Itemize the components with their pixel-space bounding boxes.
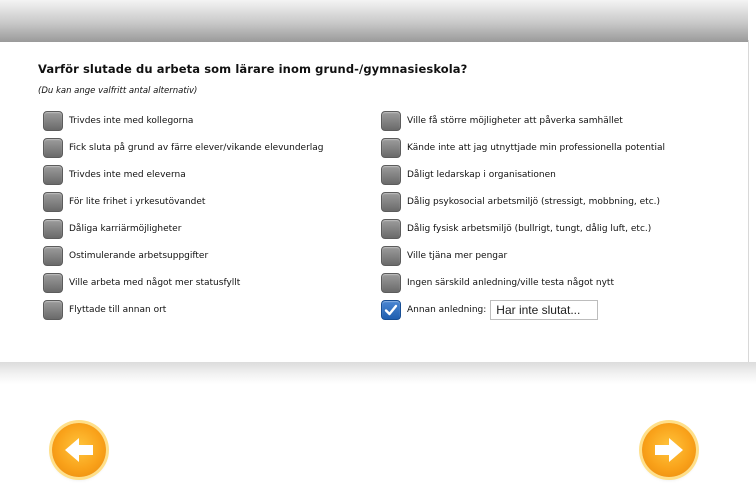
checkbox[interactable] — [381, 111, 401, 131]
other-reason-input[interactable] — [490, 300, 599, 320]
checkbox-checked[interactable] — [381, 300, 401, 320]
checkbox[interactable] — [43, 138, 63, 158]
option-label: Dåligt ledarskap i organisationen — [407, 170, 556, 180]
checkbox[interactable] — [381, 192, 401, 212]
checkbox[interactable] — [43, 273, 63, 293]
option-label: Annan anledning: — [407, 305, 487, 315]
option-label: Ville få större möjligheter att påverka … — [407, 116, 623, 126]
option-label: För lite frihet i yrkesutövandet — [69, 197, 206, 207]
checkbox[interactable] — [43, 192, 63, 212]
option-label: Dålig psykosocial arbetsmiljö (stressigt… — [407, 197, 661, 207]
option-trivdes-inte-med-kollegorna[interactable]: Trivdes inte med kollegorna — [43, 111, 193, 131]
checkbox[interactable] — [43, 219, 63, 239]
option-psykosocial-arbetsmiljo[interactable]: Dålig psykosocial arbetsmiljö (stressigt… — [381, 192, 660, 212]
checkbox[interactable] — [43, 111, 63, 131]
option-label: Ville tjäna mer pengar — [407, 251, 508, 261]
option-label: Dålig fysisk arbetsmiljö (bullrigt, tung… — [407, 224, 652, 234]
checkbox[interactable] — [43, 246, 63, 266]
option-label: Trivdes inte med kollegorna — [69, 116, 194, 126]
option-label: Kände inte att jag utnyttjade min profes… — [407, 143, 665, 153]
option-label: Ingen särskild anledning/ville testa någ… — [407, 278, 614, 288]
checkbox[interactable] — [43, 165, 63, 185]
option-label: Trivdes inte med eleverna — [69, 170, 186, 180]
option-mer-statusfyllt[interactable]: Ville arbeta med något mer statusfyllt — [43, 273, 240, 293]
question-hint: (Du kan ange valfritt antal alternativ) — [38, 86, 198, 96]
arrow-right-icon — [655, 438, 683, 462]
question-title: Varför slutade du arbeta som lärare inom… — [38, 62, 468, 76]
top-header-bar — [0, 0, 748, 42]
checkmark-icon — [384, 304, 398, 316]
option-label: Ville arbeta med något mer statusfyllt — [69, 278, 241, 288]
option-professionella-potential[interactable]: Kände inte att jag utnyttjade min profes… — [381, 138, 665, 158]
option-label: Ostimulerande arbetsuppgifter — [69, 251, 209, 261]
option-ostimulerande-arbetsuppgifter[interactable]: Ostimulerande arbetsuppgifter — [43, 246, 208, 266]
next-button[interactable] — [642, 423, 696, 477]
option-farre-elever[interactable]: Fick sluta på grund av färre elever/vika… — [43, 138, 324, 158]
option-trivdes-inte-med-eleverna[interactable]: Trivdes inte med eleverna — [43, 165, 186, 185]
checkbox[interactable] — [43, 300, 63, 320]
checkbox[interactable] — [381, 138, 401, 158]
checkbox[interactable] — [381, 219, 401, 239]
option-for-lite-frihet[interactable]: För lite frihet i yrkesutövandet — [43, 192, 205, 212]
option-daliga-karriarmojligheter[interactable]: Dåliga karriärmöjligheter — [43, 219, 181, 239]
option-annan-anledning[interactable]: Annan anledning: — [381, 300, 599, 320]
content-bottom-shadow — [0, 362, 756, 384]
option-flyttade-till-annan-ort[interactable]: Flyttade till annan ort — [43, 300, 166, 320]
option-paverka-samhallet[interactable]: Ville få större möjligheter att påverka … — [381, 111, 623, 131]
option-label: Flyttade till annan ort — [69, 305, 167, 315]
right-divider — [748, 40, 749, 370]
option-fysisk-arbetsmiljo[interactable]: Dålig fysisk arbetsmiljö (bullrigt, tung… — [381, 219, 651, 239]
option-tjana-mer-pengar[interactable]: Ville tjäna mer pengar — [381, 246, 507, 266]
checkbox[interactable] — [381, 273, 401, 293]
previous-button[interactable] — [52, 423, 106, 477]
option-label: Dåliga karriärmöjligheter — [69, 224, 182, 234]
option-label: Fick sluta på grund av färre elever/vika… — [69, 143, 324, 153]
option-ingen-sarskild-anledning[interactable]: Ingen särskild anledning/ville testa någ… — [381, 273, 614, 293]
checkbox[interactable] — [381, 165, 401, 185]
checkbox[interactable] — [381, 246, 401, 266]
arrow-left-icon — [65, 438, 93, 462]
option-daligt-ledarskap[interactable]: Dåligt ledarskap i organisationen — [381, 165, 556, 185]
